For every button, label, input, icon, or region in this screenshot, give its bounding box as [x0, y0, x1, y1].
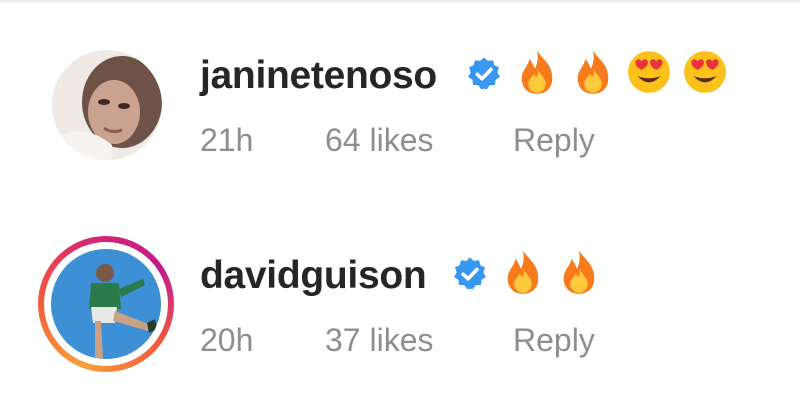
likes-count[interactable]: 37 likes	[325, 322, 434, 359]
likes-count[interactable]: 64 likes	[325, 122, 434, 159]
heart-eyes-emoji-icon	[628, 51, 670, 93]
reply-button[interactable]: Reply	[513, 122, 595, 159]
avatar-photo	[51, 249, 161, 359]
reply-button[interactable]: Reply	[513, 322, 595, 359]
verified-badge-icon	[468, 57, 500, 90]
fire-emoji-icon	[507, 250, 539, 294]
fire-emoji-icon	[521, 50, 553, 94]
username[interactable]: davidguison	[200, 254, 427, 298]
divider-line	[0, 0, 800, 2]
username[interactable]: janinetenoso	[200, 54, 437, 98]
emoji-group	[500, 248, 602, 296]
fire-emoji-icon	[577, 50, 609, 94]
avatar-photo	[52, 50, 162, 160]
avatar[interactable]	[51, 249, 161, 359]
verified-badge-icon	[454, 257, 486, 290]
heart-eyes-emoji-icon	[684, 51, 726, 93]
comment-time: 20h	[200, 322, 254, 358]
comment-item: davidguison 20h 37 likes Reply	[0, 230, 800, 380]
comment-item: janinetenoso 21h 64 likes Reply	[0, 30, 800, 180]
avatar[interactable]	[52, 50, 162, 160]
comment-time: 21h	[200, 122, 254, 158]
emoji-group	[514, 48, 728, 96]
fire-emoji-icon	[563, 250, 595, 294]
